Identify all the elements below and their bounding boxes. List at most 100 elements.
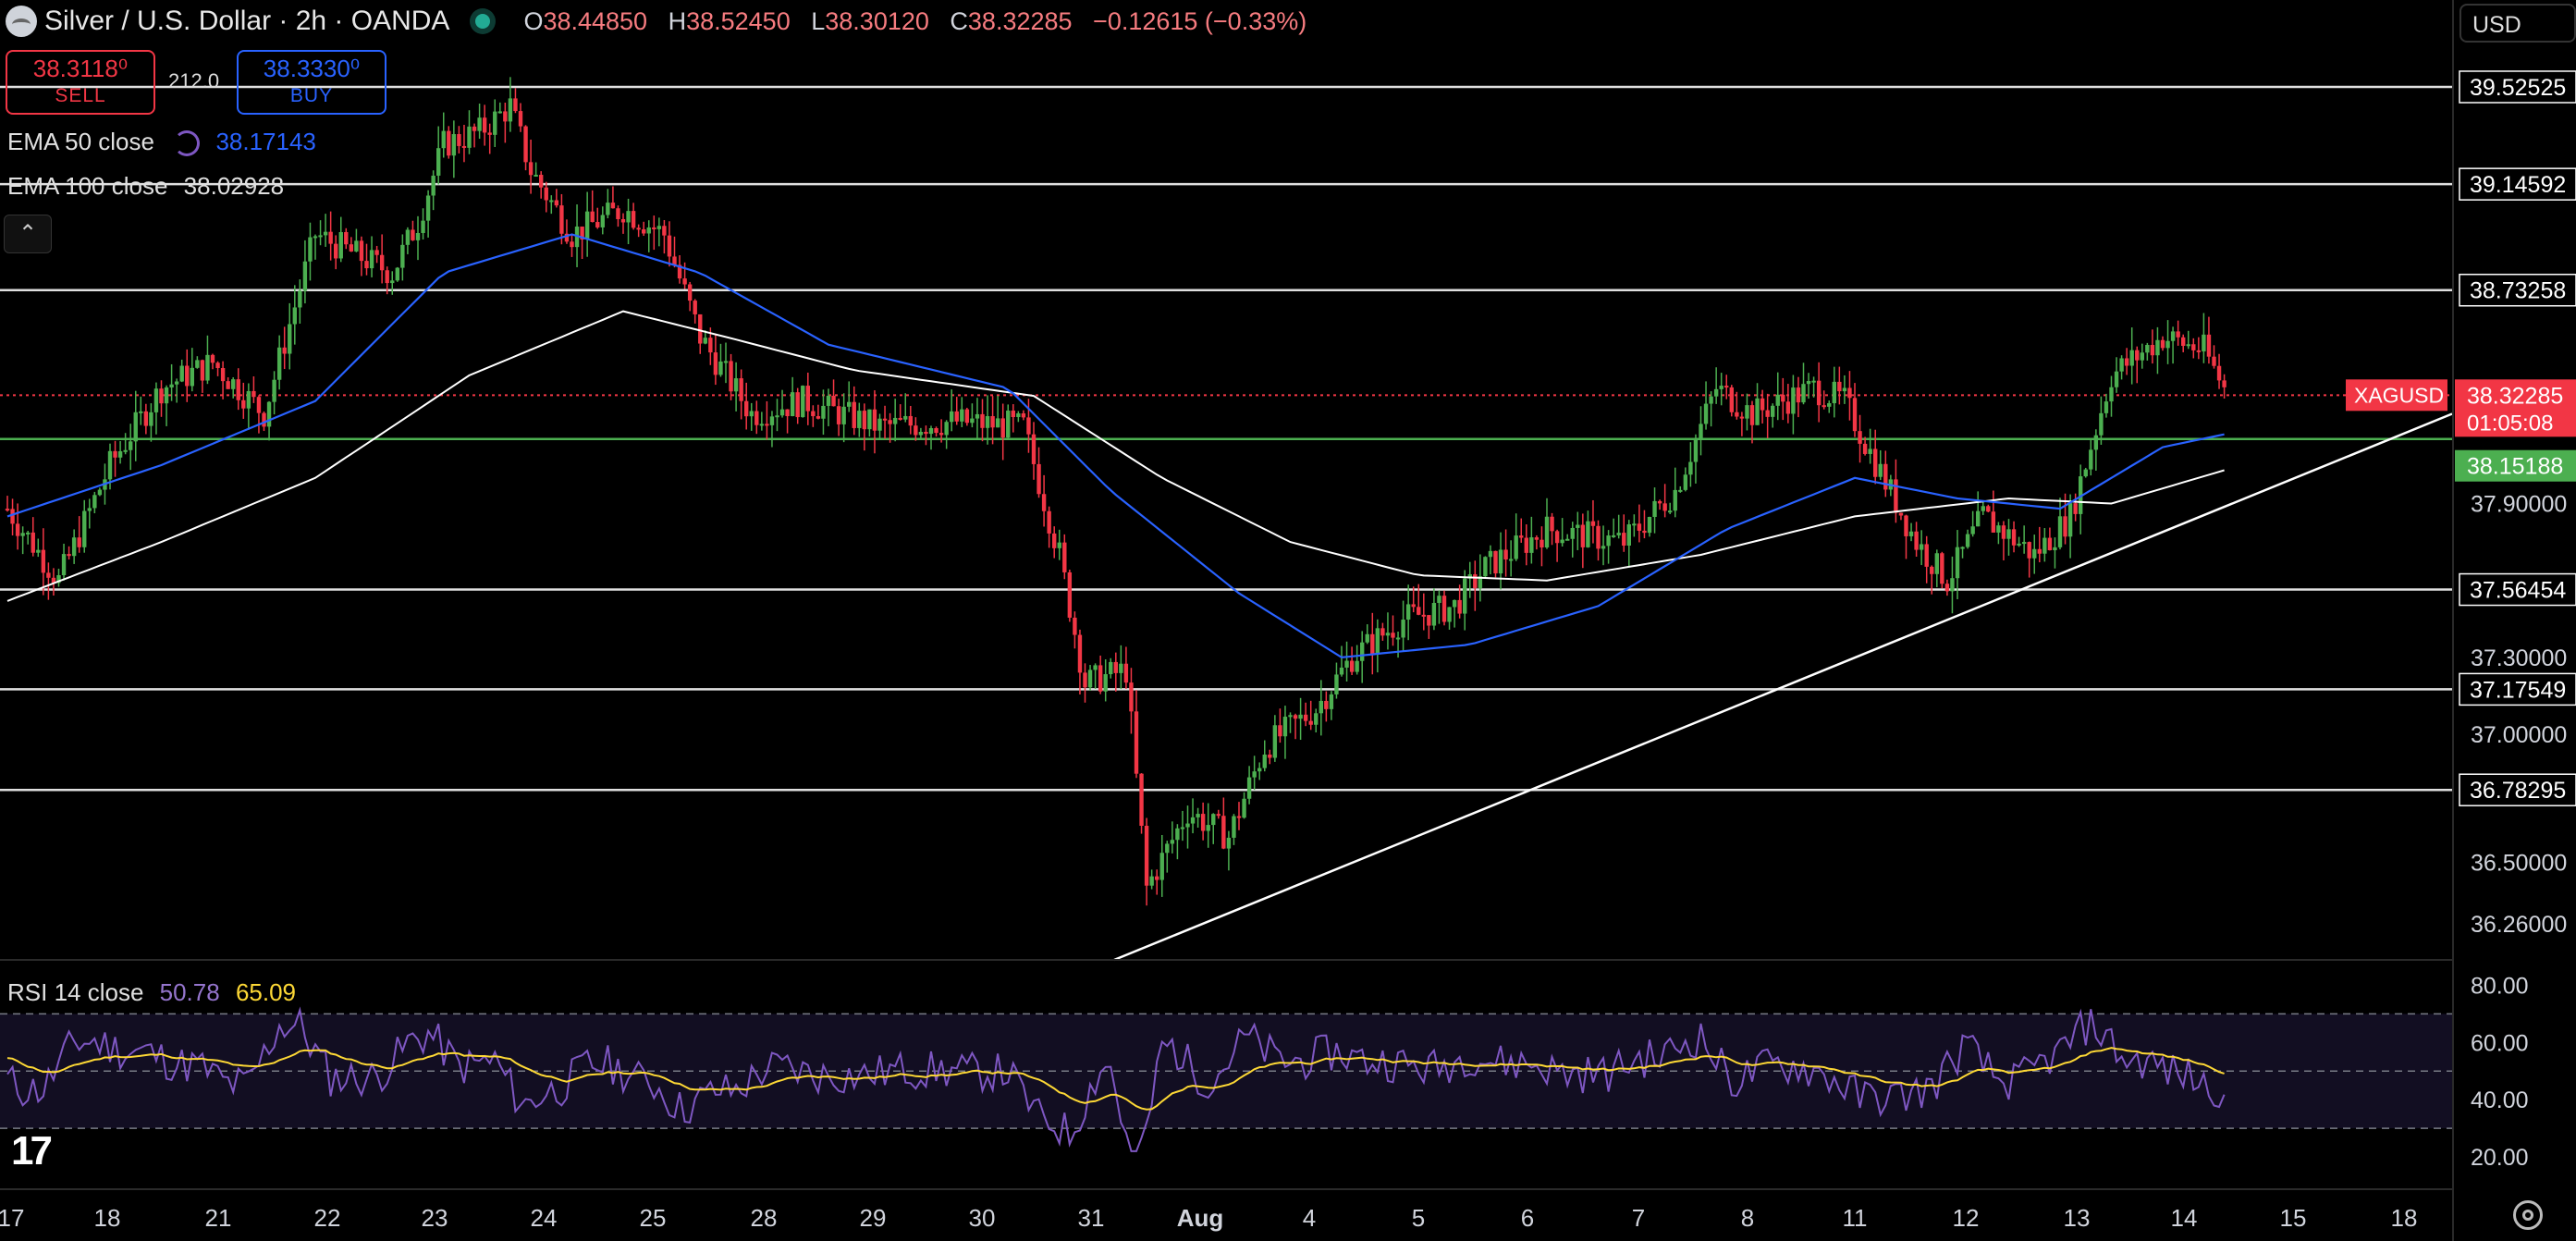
rsi-label: RSI 14 close [7,978,144,1006]
candle-body [1868,448,1872,454]
candle-body [1565,538,1570,541]
candle-body [790,392,795,416]
current-price-label: 38.32285 [2467,383,2563,409]
candle-body [1508,559,1514,561]
candle-body [2176,331,2180,338]
candle-body [302,261,308,291]
candle-body [1170,840,1175,844]
candle-body [1647,516,1652,534]
candle-body [82,510,87,547]
candle-body [328,231,333,244]
candle-body [1713,388,1719,397]
time-tick-label: 18 [2391,1204,2418,1232]
candle-body [2129,350,2134,366]
candle-body [36,549,41,553]
candle-body [1405,604,1411,620]
candle-body [61,554,67,575]
collapse-legend-button[interactable]: ⌃ [4,215,52,253]
candle-body [174,381,179,385]
low-label: L [811,6,826,35]
candle-body [1221,816,1226,849]
candle-body [482,117,487,133]
candle-body [2135,350,2140,361]
time-tick-label: 7 [1632,1204,1645,1232]
candle-body [549,200,554,203]
candle-body [2063,516,2067,537]
candle-body [411,229,415,240]
currency-selector[interactable]: USD [2459,4,2576,43]
candle-body [1303,714,1308,721]
candle-body [2150,345,2155,356]
candle-body [816,416,821,419]
candle-body [1524,537,1528,553]
candle-body [1109,661,1113,675]
buy-button[interactable]: 38.3330⁰ BUY [237,50,386,115]
candle-body [262,412,266,427]
candle-body [1437,596,1441,603]
candle-body [153,388,159,412]
rsi-legend[interactable]: RSI 14 close 50.78 65.09 [7,978,296,1007]
candle-body [1052,533,1057,548]
candle-body [1411,604,1416,608]
sell-button[interactable]: 38.3118⁰ SELL [6,50,155,115]
ema100-legend[interactable]: EMA 100 close 38.02928 [7,172,284,201]
candle-body [71,537,77,557]
candle-body [1719,386,1723,389]
candle-body [1760,398,1765,411]
candle-body [1057,542,1061,548]
price-chart[interactable]: 80.00 60.00 40.00 20.00 37.90000 37.30000 37.… [0,0,2576,1241]
candle-body [200,360,205,381]
candle-body [1324,700,1329,709]
candle-body [508,98,513,122]
candle-body [811,411,816,417]
candle-body [1898,512,1904,516]
candle-body [687,284,693,301]
candle-body [1457,599,1462,614]
candle-body [2155,339,2160,356]
candle-body [2017,543,2021,546]
candle-body [379,254,385,271]
candle-body [1129,682,1134,712]
symbol-title[interactable]: Silver / U.S. Dollar · 2h · OANDA [44,6,449,37]
ema50-legend[interactable]: EMA 50 close 38.17143 [7,128,316,157]
silver-dollar-logo-icon [6,6,37,37]
candle-body [1452,599,1457,608]
rsi-ma-value: 65.09 [235,978,297,1006]
price-tick-label: 37.00000 [2471,722,2567,748]
candle-body [754,411,759,425]
candle-body [1652,500,1657,517]
candle-body [1000,418,1005,438]
candle-body [698,313,703,344]
candle-body [1688,461,1693,475]
settings-gear-icon[interactable] [2513,1200,2543,1230]
level-price-label: 37.56454 [2470,578,2566,604]
candle-body [1246,777,1252,799]
candle-body [369,250,374,269]
candle-body [2170,331,2176,341]
candle-body [1272,725,1278,758]
candle-body [1123,663,1129,683]
candle-body [1037,463,1041,495]
candle-body [1175,828,1180,841]
ema100-label: EMA 100 close [7,172,168,200]
candle-body [1827,403,1832,407]
candle-body [1488,550,1493,558]
candle-body [1431,602,1437,626]
candle-body [190,367,194,387]
candle-body [1185,823,1190,828]
candle-body [1858,431,1862,444]
candle-body [964,409,970,424]
candle-body [1781,394,1785,402]
close-label: C [950,6,968,35]
candle-body [626,211,631,223]
candle-body [185,365,190,387]
tradingview-logo-icon[interactable]: 17 [11,1128,53,1174]
candle-body [1395,637,1401,640]
price-tick-label: 37.90000 [2471,492,2567,518]
rsi-tick-label: 20.00 [2471,1145,2529,1171]
candle-body [256,397,262,413]
candle-body [1308,720,1313,725]
candle-body [451,134,457,156]
buy-label: BUY [289,85,334,106]
candle-body [282,347,287,354]
